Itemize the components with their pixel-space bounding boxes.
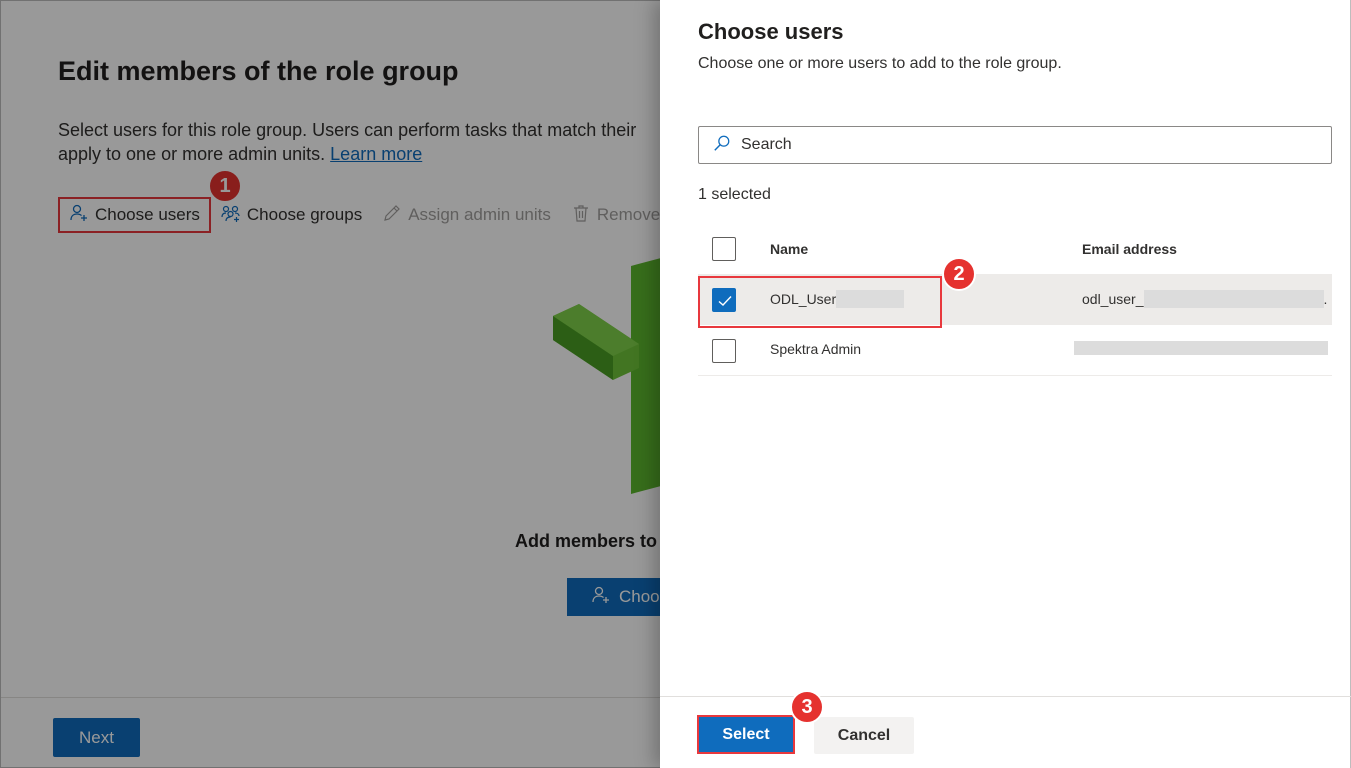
step-2-badge: 2	[942, 257, 976, 291]
redacted-block	[1143, 290, 1324, 308]
table-row[interactable]: Spektra Admin	[698, 325, 1332, 376]
panel-title: Choose users	[698, 19, 844, 44]
user-email-suffix: .	[1323, 291, 1328, 307]
panel-footer-divider	[660, 696, 1351, 697]
user-email-cell: odl_user_.	[1082, 290, 1327, 308]
step-3-badge: 3	[790, 690, 824, 724]
step-2-highlight	[698, 276, 942, 328]
row-checkbox[interactable]	[712, 339, 736, 363]
redacted-block	[1074, 341, 1328, 355]
selected-count: 1 selected	[698, 186, 771, 203]
cancel-button[interactable]: Cancel	[814, 717, 914, 754]
user-name: Spektra Admin	[770, 341, 862, 357]
select-button[interactable]: Select	[697, 715, 795, 754]
column-header-name[interactable]: Name	[770, 241, 808, 257]
panel-subtitle: Choose one or more users to add to the r…	[698, 55, 1062, 72]
user-name-cell: Spektra Admin	[770, 341, 861, 357]
search-icon	[713, 134, 731, 157]
user-email: odl_user_	[1082, 291, 1144, 307]
select-all-checkbox[interactable]	[712, 237, 736, 261]
user-email-cell	[1074, 341, 1328, 355]
search-box[interactable]	[698, 126, 1332, 164]
choose-users-panel: Choose users Choose one or more users to…	[660, 0, 1351, 768]
search-input[interactable]	[741, 136, 1301, 154]
table-header: Name Email address	[698, 224, 1332, 274]
column-header-email[interactable]: Email address	[1082, 241, 1177, 257]
